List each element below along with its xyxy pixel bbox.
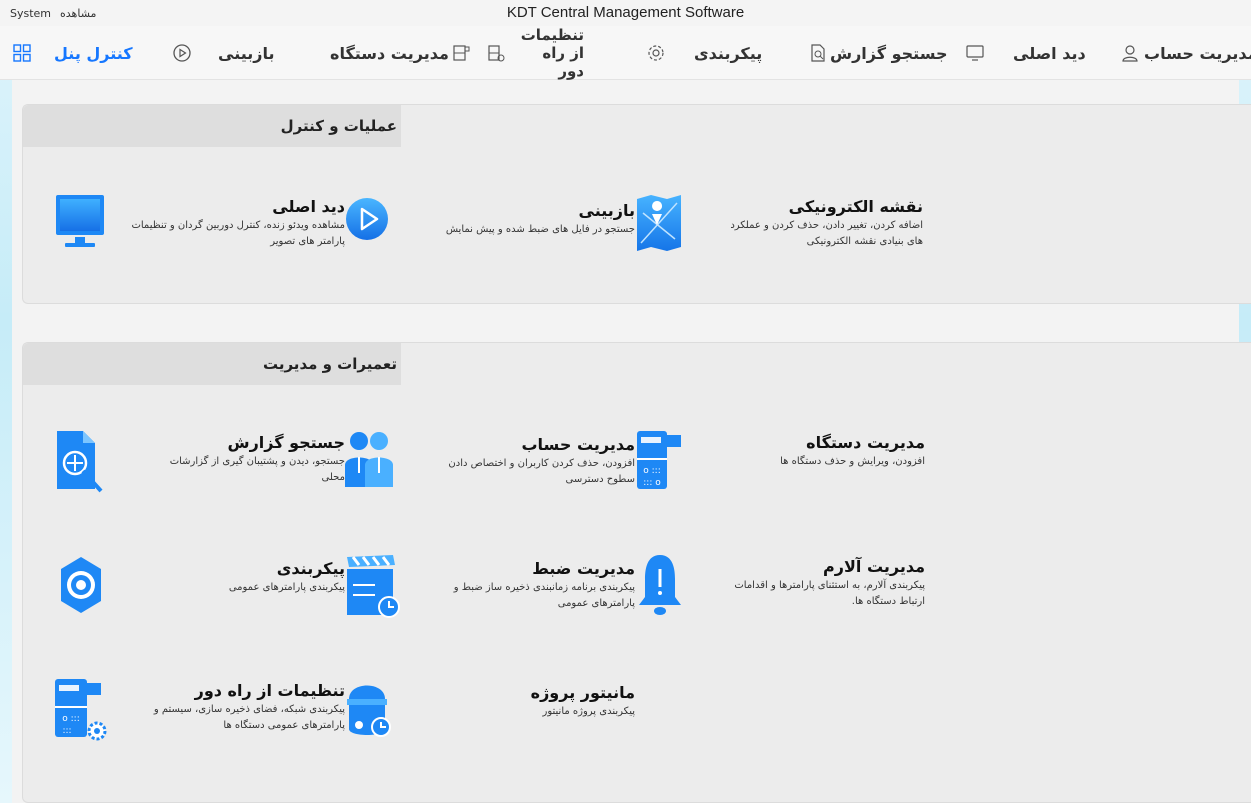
card-text: تنظیمات از راه دور پیکربندی شبکه، فضای ذ… [145,681,345,734]
card-main-view[interactable]: دید اصلی مشاهده ویدئو زنده، کنترل دوربین… [55,193,345,273]
nav-control-panel[interactable]: کنترل پنل [12,26,133,80]
card-description: اضافه کردن، تغییر دادن، حذف کردن و عملکر… [730,220,923,247]
svg-text:o :::: o ::: [62,714,79,724]
top-navigation: کنترل پنل بازبینی مدیریت دستگاه تنظیمات … [0,26,1251,80]
card-description: پیکربندی آلارم، به استثنای پارامترها و ا… [734,580,925,607]
nav-report-search[interactable]: جستجو گزارش [808,26,948,80]
card-title: مدیریت ضبط [532,559,635,578]
card-description: پیکربندی پروژه مانیتور [542,706,636,717]
card-text: مانیتور پروژه پیکربندی پروژه مانیتور [435,683,635,720]
card-title: مدیریت آلارم [823,557,925,576]
card-title: مانیتور پروژه [530,683,635,702]
card-text: مدیریت دستگاه افزودن، ویرایش و حذف دستگا… [725,433,925,470]
card-description: افزودن، ویرایش و حذف دستگاه ها [780,456,925,467]
nav-playback[interactable]: بازبینی [172,26,274,80]
svg-text:o :::: o ::: [643,466,660,476]
report-icon [55,429,105,495]
section-maintenance-management: تعمیرات و مدیریت o ::: ::: o مدیریت دستگ… [22,342,1251,803]
users-icon [345,431,393,489]
nav-control-panel-label: کنترل پنل [54,43,133,63]
app-title: KDT Central Management Software [506,4,745,21]
user-icon [1120,43,1140,63]
card-title: جستجو گزارش [227,433,345,452]
card-description: افزودن، حذف کردن کاربران و اختصاص دادن س… [448,458,635,485]
remote-settings-icon [486,43,506,63]
card-title: بازبینی [578,201,635,220]
nav-account-management[interactable]: مدیریت حساب [1120,26,1251,80]
nav-remote-settings[interactable]: تنظیمات از راه دور [486,26,584,80]
decorative-edge-left [0,0,12,803]
nav-device-management[interactable]: مدیریت دستگاه [330,26,471,80]
card-title: تنظیمات از راه دور [194,681,345,700]
clapper-icon [345,555,401,619]
nav-device-management-label: مدیریت دستگاه [330,43,449,63]
card-playback[interactable]: بازبینی جستجو در فایل های ضبط شده و پیش … [345,197,635,277]
card-text: مدیریت حساب افزودن، حذف کردن کاربران و ا… [435,435,635,488]
nav-report-search-label: جستجو گزارش [830,43,948,63]
monitor-icon [965,43,985,63]
nav-configuration-label: پیکربندی [694,43,763,63]
card-text: مدیریت آلارم پیکربندی آلارم، به استثنای … [715,557,925,610]
card-project-monitor[interactable]: مانیتور پروژه پیکربندی پروژه مانیتور [345,679,635,759]
section-header: عملیات و کنترل [23,105,401,147]
gear-icon [646,43,666,63]
card-description: پیکربندی شبکه، فضای ذخیره سازی، سیستم و … [153,704,345,731]
svg-text::::: ::: [62,726,71,736]
device-icon [451,43,471,63]
card-title: مدیریت دستگاه [806,433,925,452]
bell-icon [637,553,683,619]
gear-icon [55,555,107,615]
card-configuration[interactable]: پیکربندی پیکربندی پارامترهای عمومی [55,555,345,635]
section-title: تعمیرات و مدیریت [262,355,397,373]
card-description: پیکربندی برنامه زمانبندی ذخیره ساز ضبط و… [453,582,635,609]
card-title: پیکربندی [276,559,345,578]
svg-text:::: o: ::: o [643,478,661,488]
card-title: مدیریت حساب [521,435,635,454]
section-operations-control: عملیات و کنترل نقشه الکترونیکی اضافه کرد… [22,104,1251,304]
card-text: دید اصلی مشاهده ویدئو زنده، کنترل دوربین… [125,197,345,250]
card-text: نقشه الکترونیکی اضافه کردن، تغییر دادن، … [713,197,923,250]
remote-settings-icon: o ::: ::: [55,677,107,741]
card-title: نقشه الکترونیکی [788,197,923,216]
nav-main-view-label: دید اصلی [1013,43,1086,63]
card-text: پیکربندی پیکربندی پارامترهای عمومی [145,559,345,596]
nav-account-management-label: مدیریت حساب [1144,43,1251,63]
play-circle-icon [172,43,192,63]
nav-main-view[interactable]: دید اصلی [965,26,1086,80]
section-header: تعمیرات و مدیریت [23,343,401,385]
card-recording-management[interactable]: مدیریت ضبط پیکربندی برنامه زمانبندی ذخیر… [345,555,635,635]
card-description: پیکربندی پارامترهای عمومی [228,582,345,593]
card-title: دید اصلی [272,197,345,216]
card-text: جستجو گزارش جستجو، دیدن و پشتیبان گیری ا… [145,433,345,486]
card-text: بازبینی جستجو در فایل های ضبط شده و پیش … [445,201,635,238]
card-account-management[interactable]: مدیریت حساب افزودن، حذف کردن کاربران و ا… [345,431,635,511]
card-description: جستجو در فایل های ضبط شده و پیش نمایش [445,224,635,235]
playback-icon [345,197,389,241]
report-search-icon [808,43,828,63]
section-title: عملیات و کنترل [280,117,397,135]
card-description: جستجو، دیدن و پشتیبان گیری از گزارشات مح… [169,456,345,483]
card-device-management[interactable]: o ::: ::: o مدیریت دستگاه افزودن، ویرایش… [635,429,925,509]
map-icon [635,193,683,253]
card-emap[interactable]: نقشه الکترونیکی اضافه کردن، تغییر دادن، … [633,193,923,273]
grid-icon [12,43,32,63]
camera-monitor-icon [345,679,393,739]
card-alarm-management[interactable]: مدیریت آلارم پیکربندی آلارم، به استثنای … [635,553,925,633]
card-description: مشاهده ویدئو زنده، کنترل دوربین گردان و … [131,220,345,247]
card-report-search[interactable]: جستجو گزارش جستجو، دیدن و پشتیبان گیری ا… [55,429,345,509]
nav-playback-label: بازبینی [218,43,275,63]
title-bar: System مشاهده KDT Central Management Sof… [0,0,1251,26]
card-text: مدیریت ضبط پیکربندی برنامه زمانبندی ذخیر… [425,559,635,612]
device-icon: o ::: ::: o [637,429,681,491]
nav-configuration[interactable]: پیکربندی [646,26,762,80]
card-remote-settings[interactable]: o ::: ::: تنظیمات از راه دور پیکربندی شب… [55,677,345,757]
monitor-icon [55,193,105,253]
nav-remote-settings-label: تنظیمات از راه دور [520,26,584,80]
